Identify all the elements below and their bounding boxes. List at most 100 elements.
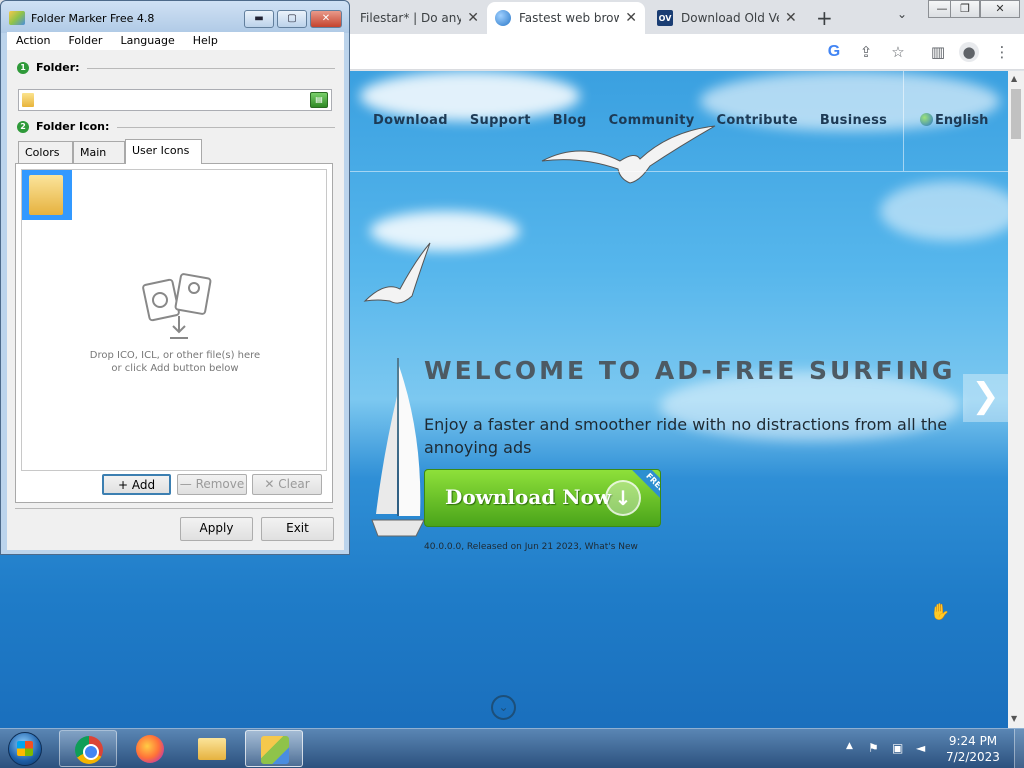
tab-close-icon[interactable]: ✕ (785, 10, 797, 26)
language-label: English (935, 113, 989, 128)
profile-avatar-icon[interactable]: ● (959, 42, 979, 62)
network-icon[interactable]: ▣ (892, 741, 903, 755)
nav-business[interactable]: Business (820, 113, 887, 128)
menu-folder[interactable]: Folder (59, 32, 111, 50)
tab-close-icon[interactable]: ✕ (467, 10, 479, 26)
tab-close-icon[interactable]: ✕ (625, 10, 637, 26)
folder-path-field[interactable]: ▤ (18, 89, 332, 111)
new-tab-button[interactable]: + (816, 6, 833, 30)
folder-marker-client-area: Action Folder Language Help 1 Folder: ▤ … (7, 32, 344, 550)
folder-section-label: Folder: (36, 61, 80, 74)
cloud (880, 181, 1008, 241)
folder-icon (29, 175, 63, 215)
clear-button[interactable]: ✕ Clear (252, 474, 322, 495)
user-icon-list[interactable]: Drop ICO, ICL, or other file(s) here or … (21, 169, 327, 471)
taskbar-explorer[interactable] (183, 730, 241, 767)
windows-logo-icon (17, 741, 33, 756)
minimize-button[interactable]: ▬ (244, 10, 274, 28)
share-icon[interactable]: ⇪ (856, 42, 876, 62)
maximize-button[interactable]: ▢ (277, 10, 307, 28)
tab-title: Fastest web brow (519, 11, 620, 25)
download-now-button[interactable]: Download Now ↓ FREE (424, 469, 661, 527)
taskbar-firefox[interactable] (121, 730, 179, 767)
download-arrow-icon: ↓ (605, 480, 641, 516)
tab-search-button[interactable]: ⌄ (897, 7, 907, 21)
hero-text: Enjoy a faster and smoother ride with no… (424, 415, 948, 457)
close-window-button[interactable]: ✕ (980, 0, 1020, 18)
remove-button[interactable]: — Remove (177, 474, 247, 495)
nav-support[interactable]: Support (470, 113, 531, 128)
folder-marker-window: Folder Marker Free 4.8 ▬ ▢ ✕ Action Fold… (0, 0, 350, 555)
scroll-up-icon[interactable]: ▲ (1011, 74, 1017, 83)
menu-action[interactable]: Action (7, 32, 59, 50)
drop-hint: Drop ICO, ICL, or other file(s) here or … (22, 349, 328, 375)
start-button[interactable] (5, 731, 45, 767)
page-scrollbar[interactable]: ▲ ▼ (1008, 71, 1024, 728)
folder-marker-titlebar[interactable]: Folder Marker Free 4.8 ▬ ▢ ✕ (1, 1, 349, 33)
menu-bar: Action Folder Language Help (7, 32, 344, 50)
ov-favicon-icon: OV (657, 10, 673, 26)
taskbar: ▲ ⚑ ▣ ◄ 9:24 PM 7/2/2023 (0, 728, 1024, 768)
nav-contribute[interactable]: Contribute (716, 113, 797, 128)
window-title: Folder Marker Free 4.8 (31, 12, 155, 25)
minus-icon: — (179, 477, 192, 491)
clear-label: Clear (278, 477, 310, 491)
folder-marker-icon (261, 736, 289, 764)
download-now-label: Download Now (445, 485, 612, 509)
scroll-down-icon[interactable]: ▼ (1011, 714, 1017, 723)
show-desktop-button[interactable] (1014, 729, 1024, 768)
folder-icon-section-header: 2 Folder Icon: (17, 120, 109, 133)
tab-title: Download Old Ve (681, 11, 779, 25)
tab-main[interactable]: Main (73, 141, 125, 163)
tab-download-old-versions[interactable]: OV Download Old Ve ✕ (649, 2, 807, 34)
language-selector[interactable]: English (920, 113, 988, 128)
nav-blog[interactable]: Blog (553, 113, 587, 128)
globe-icon (920, 113, 933, 126)
tab-fastest-web-browser[interactable]: Fastest web brow ✕ (487, 2, 645, 34)
close-button[interactable]: ✕ (310, 10, 342, 28)
step-one-badge: 1 (17, 61, 29, 74)
browse-folder-button[interactable]: ▤ (310, 92, 328, 108)
tab-user-icons[interactable]: User Icons (125, 139, 202, 164)
side-panel-icon[interactable]: ▥ (928, 42, 948, 62)
hero-title: WELCOME TO AD-FREE SURFING (424, 356, 956, 385)
google-lens-icon[interactable]: G (824, 42, 844, 62)
menu-help[interactable]: Help (184, 32, 227, 50)
drop-files-icon (142, 273, 212, 339)
clock[interactable]: 9:24 PM 7/2/2023 (933, 733, 1013, 765)
tab-title: Filestar* | Do anyt (360, 11, 462, 25)
show-hidden-icons-button[interactable]: ▲ (846, 741, 853, 751)
restore-button[interactable]: ❐ (950, 0, 980, 18)
slider-next-button[interactable]: ❯ (963, 374, 1008, 422)
taskbar-chrome[interactable] (59, 730, 117, 767)
scroll-down-button[interactable]: ⌄ (491, 695, 516, 720)
step-two-badge: 2 (17, 120, 29, 133)
firefox-icon (136, 735, 164, 763)
action-center-icon[interactable]: ⚑ (868, 741, 879, 755)
clock-time: 9:24 PM (948, 734, 998, 748)
site-nav: Download Support Blog Community Contribu… (373, 113, 909, 128)
volume-muted-icon[interactable]: ◄ (916, 741, 925, 755)
bookmark-star-icon[interactable]: ☆ (888, 42, 908, 62)
apply-button[interactable]: Apply (180, 517, 253, 541)
sailboat-image (371, 358, 425, 537)
release-note[interactable]: 40.0.0.0, Released on Jun 21 2023, What'… (424, 542, 638, 552)
menu-kebab-icon[interactable]: ⋮ (992, 42, 1012, 62)
user-icons-panel: Drop ICO, ICL, or other file(s) here or … (15, 163, 333, 503)
taskbar-folder-marker[interactable] (245, 730, 303, 767)
tab-filestar[interactable]: Filestar* | Do anyt ✕ (352, 2, 487, 34)
scrollbar-thumb[interactable] (1011, 89, 1021, 139)
user-icon-item[interactable] (22, 170, 72, 220)
nav-community[interactable]: Community (609, 113, 695, 128)
exit-button[interactable]: Exit (261, 517, 334, 541)
nav-divider (350, 171, 1008, 172)
nav-download[interactable]: Download (373, 113, 448, 128)
tab-colors[interactable]: Colors (18, 141, 73, 163)
add-button[interactable]: + Add (102, 474, 171, 495)
drop-hint-line-1: Drop ICO, ICL, or other file(s) here (89, 350, 261, 361)
plus-icon: + (117, 478, 128, 492)
explorer-folder-icon (198, 738, 226, 760)
section-divider (117, 127, 335, 128)
menu-language[interactable]: Language (111, 32, 183, 50)
folder-marker-app-icon (9, 11, 25, 25)
